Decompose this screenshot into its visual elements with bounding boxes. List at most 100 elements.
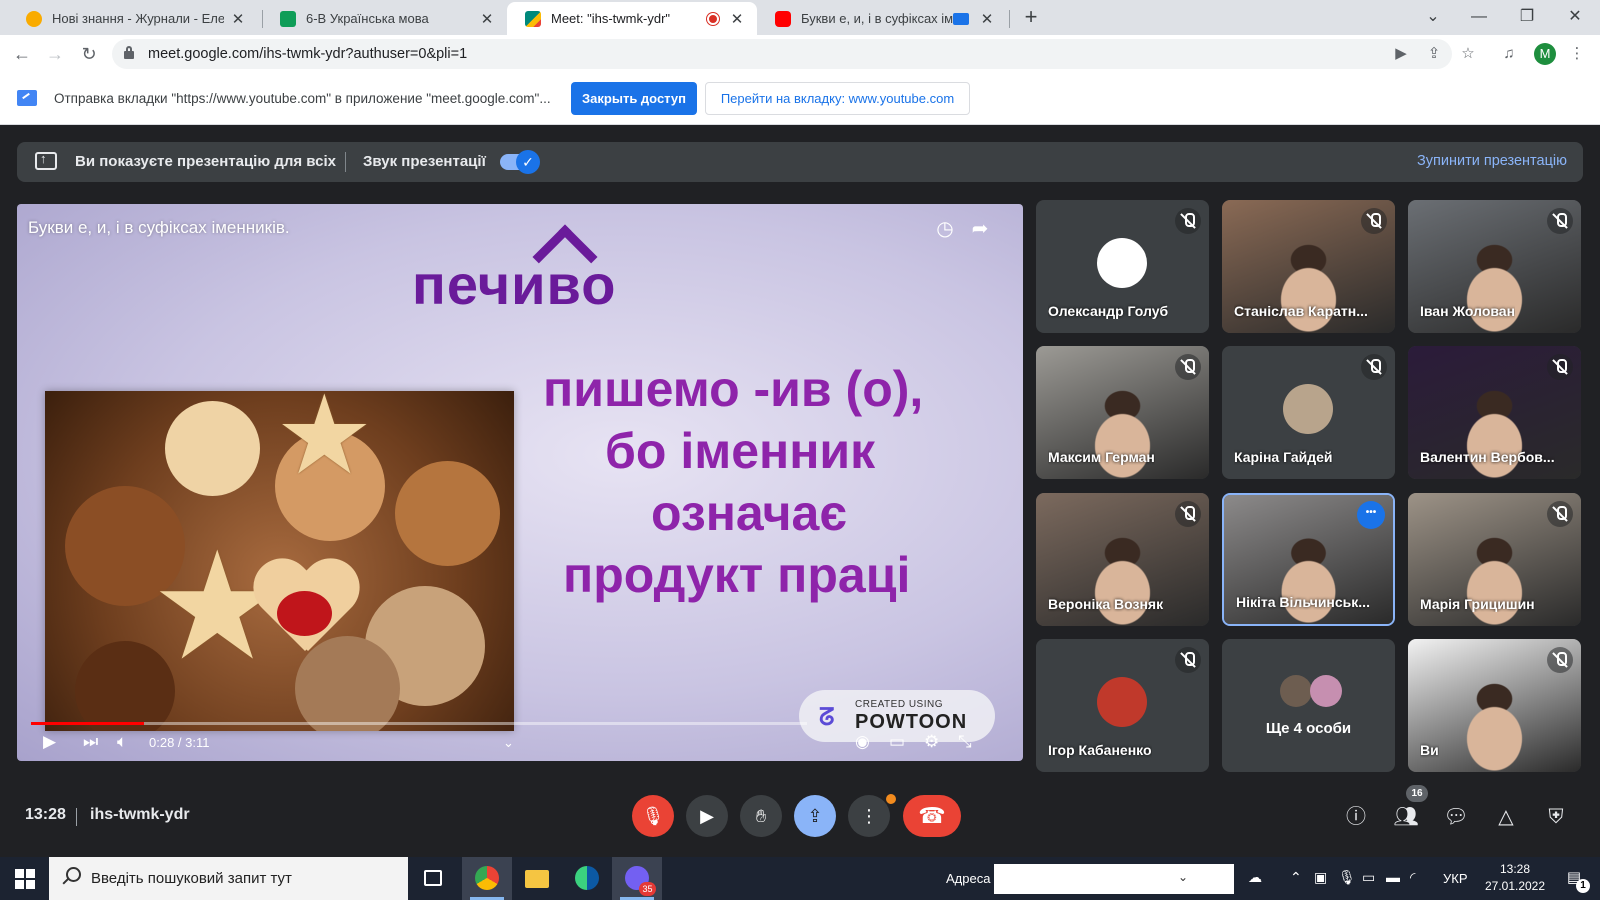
more-participants-tile[interactable]: Ще 4 особи: [1222, 639, 1395, 772]
mic-off-icon: [1547, 354, 1573, 380]
participant-name: Ви: [1420, 742, 1439, 758]
close-icon[interactable]: ✕: [228, 10, 248, 28]
taskbar-search-box[interactable]: Введіть пошуковий запит тут: [49, 857, 408, 900]
subtitles-icon[interactable]: ▭: [889, 732, 905, 752]
show-hidden-icons-chevron-icon[interactable]: ⌃: [1290, 869, 1302, 886]
profile-avatar[interactable]: M: [1534, 43, 1556, 65]
task-view-icon[interactable]: [408, 857, 458, 900]
present-now-button[interactable]: ⇪: [794, 795, 836, 837]
participant-name: Ігор Кабаненко: [1048, 742, 1152, 758]
host-controls-icon[interactable]: ⛨: [1541, 802, 1571, 832]
onedrive-icon[interactable]: ☁: [1248, 869, 1262, 886]
next-icon[interactable]: ⏭: [83, 732, 98, 752]
mic-off-icon: [1175, 354, 1201, 380]
share-arrow-icon[interactable]: ➦: [967, 216, 993, 242]
participant-tile[interactable]: Іван Жолован: [1408, 200, 1581, 333]
tab-meet[interactable]: Meet: "ihs-twmk-ydr" ✕: [507, 2, 757, 35]
clock-date[interactable]: 27.01.2022: [1480, 879, 1550, 893]
display-icon[interactable]: ▭: [1362, 869, 1375, 886]
reload-button[interactable]: ↻: [77, 42, 101, 66]
tab-search-chevron-icon[interactable]: ⌄: [1410, 4, 1456, 30]
participant-tile[interactable]: Максим Герман: [1036, 346, 1209, 479]
play-icon[interactable]: ▶: [43, 732, 56, 752]
exit-fullscreen-icon[interactable]: ⤡: [958, 732, 972, 752]
chrome-taskbar-button[interactable]: [462, 857, 512, 900]
video-progress-fill: [31, 722, 145, 725]
new-tab-button[interactable]: +: [1017, 4, 1045, 30]
volume-icon[interactable]: 🔈︎: [117, 732, 127, 752]
edge-button[interactable]: [562, 857, 612, 900]
people-icon[interactable]: 👥︎: [1391, 802, 1421, 832]
wifi-icon[interactable]: ◜: [1410, 869, 1415, 886]
switch-to-tab-button[interactable]: Перейти на вкладку: www.youtube.com: [705, 82, 970, 115]
participant-name: Максим Герман: [1048, 449, 1155, 465]
powtoon-caption: CREATED USING: [855, 699, 943, 710]
maximize-button[interactable]: ❐: [1504, 4, 1550, 30]
sun-icon: [26, 10, 42, 27]
windows-start-icon[interactable]: [15, 869, 35, 889]
participant-tile[interactable]: Марія Грицишин: [1408, 493, 1581, 626]
meeting-info-icon[interactable]: ⓘ: [1341, 802, 1371, 832]
divider: [76, 808, 77, 826]
mic-off-icon: [1175, 208, 1201, 234]
participant-tile[interactable]: Каріна Гайдей: [1222, 346, 1395, 479]
close-icon[interactable]: ✕: [477, 10, 497, 28]
tab-classroom[interactable]: 6-В Українська мова ✕: [262, 2, 507, 35]
lock-icon[interactable]: [124, 46, 134, 59]
star-cookie: ★: [275, 391, 374, 497]
close-icon[interactable]: ✕: [727, 10, 747, 28]
participant-tile[interactable]: Ви: [1408, 639, 1581, 772]
battery-icon[interactable]: ▬: [1386, 869, 1400, 885]
address-bar[interactable]: meet.google.com/ihs-twmk-ydr?authuser=0&…: [112, 39, 1475, 69]
activities-icon[interactable]: △: [1491, 802, 1521, 832]
stop-sharing-button[interactable]: Закрыть доступ: [571, 82, 697, 115]
media-control-icon[interactable]: ♫: [1498, 43, 1520, 65]
more-options-button[interactable]: ⋮: [848, 795, 890, 837]
close-window-button[interactable]: ✕: [1552, 4, 1598, 30]
autoplay-toggle-icon[interactable]: ◉: [855, 732, 870, 752]
chevron-down-icon[interactable]: ⌄: [1178, 870, 1188, 884]
clock-time[interactable]: 13:28: [1480, 862, 1550, 876]
file-explorer-button[interactable]: [512, 857, 562, 900]
participant-tile[interactable]: Вероніка Возняк: [1036, 493, 1209, 626]
browser-menu-icon[interactable]: ⋮: [1566, 43, 1588, 65]
microphone-icon[interactable]: 🎙︎: [1338, 869, 1356, 886]
url-text[interactable]: meet.google.com/ihs-twmk-ydr?authuser=0&…: [148, 46, 467, 62]
back-button[interactable]: ←: [10, 42, 34, 66]
mic-off-button[interactable]: 🎙︎: [632, 795, 674, 837]
forward-button[interactable]: →: [43, 42, 67, 66]
camera-button[interactable]: ▶: [686, 795, 728, 837]
bookmark-star-icon[interactable]: ☆: [1457, 43, 1479, 65]
participant-tile[interactable]: Валентин Вербов...: [1408, 346, 1581, 479]
raise-hand-button[interactable]: ✋︎: [740, 795, 782, 837]
presentation-sound-toggle[interactable]: ✓: [500, 150, 540, 174]
settings-gear-icon[interactable]: ⚙: [924, 732, 939, 752]
participant-tile[interactable]: Ігор Кабаненко: [1036, 639, 1209, 772]
participant-tile[interactable]: Нікіта Вільчинськ... •••: [1222, 493, 1395, 626]
meet-indicator-icon[interactable]: ▣: [1314, 869, 1327, 886]
leave-call-button[interactable]: ☎︎: [903, 795, 961, 837]
language-indicator[interactable]: УКР: [1443, 871, 1468, 886]
mic-off-icon: [1175, 501, 1201, 527]
stop-presenting-link[interactable]: Зупинити презентацію: [1417, 153, 1567, 169]
chevron-down-icon[interactable]: ⌄: [503, 735, 514, 751]
video-title[interactable]: Букви е, и, і в суфіксах іменників.: [28, 218, 290, 238]
presented-video[interactable]: Букви е, и, і в суфіксах іменників. ◷ ➦ …: [17, 204, 1023, 761]
search-placeholder[interactable]: Введіть пошуковий запит тут: [91, 870, 292, 887]
video-progress-bar[interactable]: [31, 722, 807, 725]
refresh-icon[interactable]: ↻: [1208, 867, 1221, 887]
viber-button[interactable]: 35: [612, 857, 662, 900]
participant-tile[interactable]: Олександр Голуб: [1036, 200, 1209, 333]
windows-taskbar: Введіть пошуковий запит тут 35 Адреса ⌄ …: [0, 857, 1600, 900]
tile-options-icon[interactable]: •••: [1357, 501, 1385, 529]
camera-icon[interactable]: ▶: [1390, 43, 1412, 65]
close-icon[interactable]: ✕: [977, 10, 997, 28]
address-toolbar-input[interactable]: [994, 864, 1234, 894]
participant-tile[interactable]: Станіслав Каратн...: [1222, 200, 1395, 333]
tab-youtube[interactable]: Букви е, и, і в суфіксах імен ✕: [757, 2, 1007, 35]
share-icon[interactable]: ⇪: [1423, 43, 1445, 65]
chat-icon[interactable]: 💬︎: [1441, 802, 1471, 832]
watch-later-icon[interactable]: ◷: [932, 216, 958, 242]
minimize-button[interactable]: —: [1456, 4, 1502, 30]
tab-journal[interactable]: Нові знання - Журнали - Електр ✕: [8, 2, 258, 35]
